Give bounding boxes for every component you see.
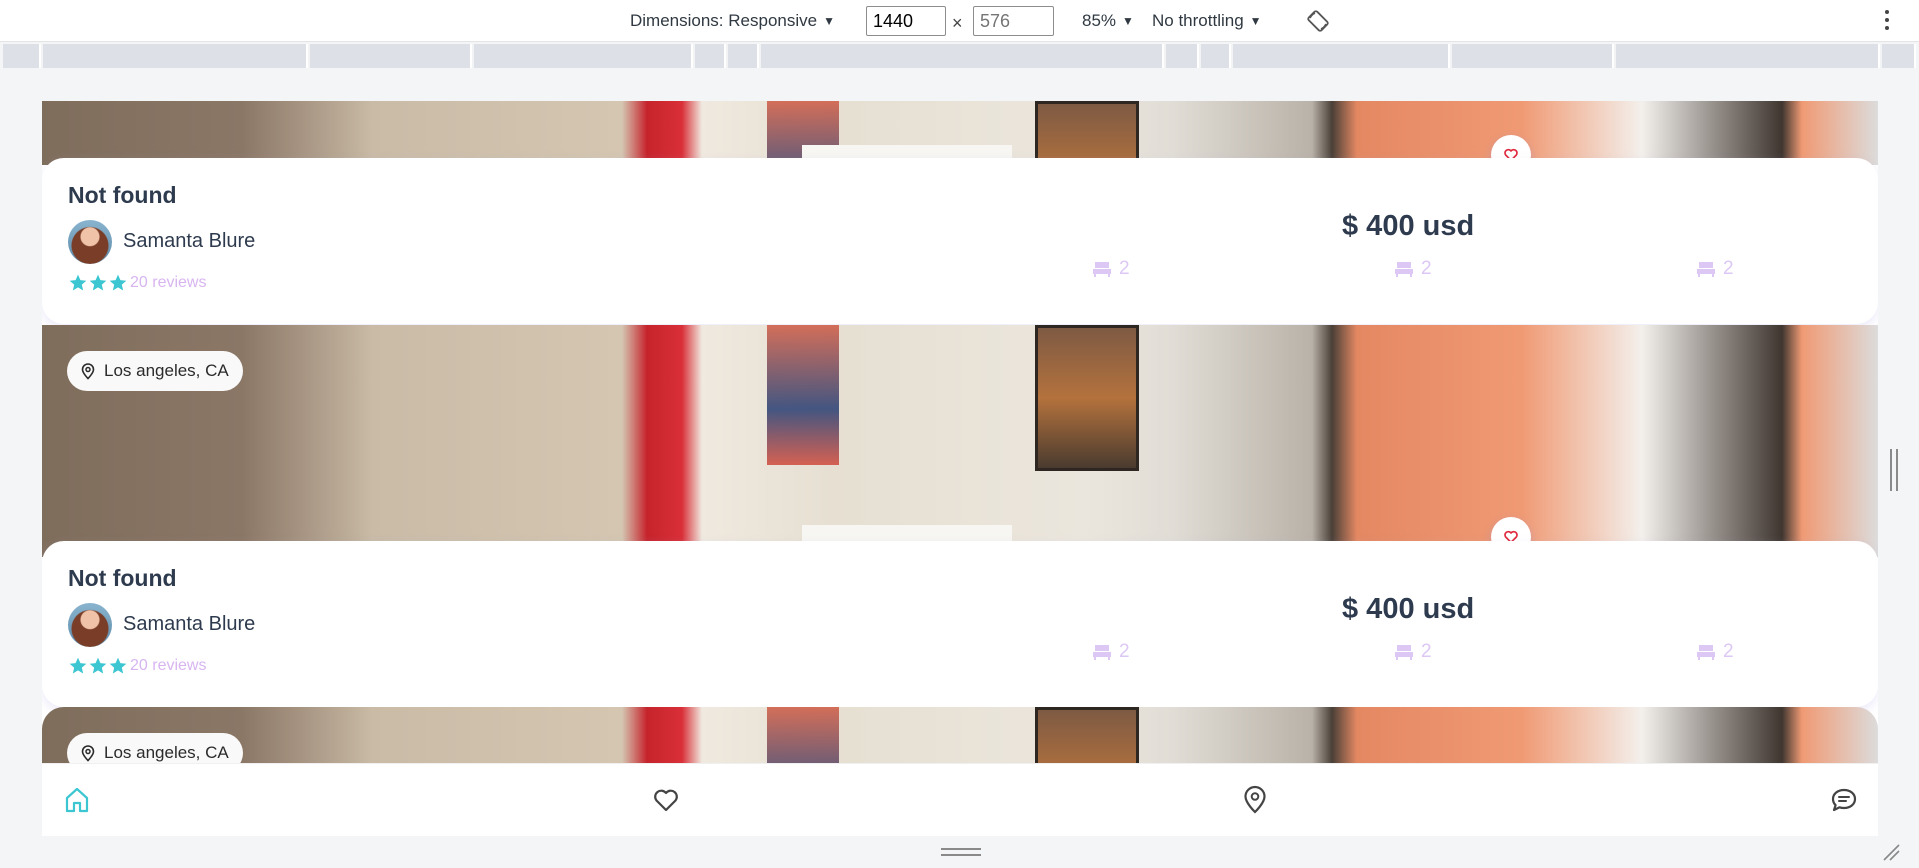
star-icon (109, 657, 127, 674)
bed-count: 2 (1395, 258, 1432, 280)
listing-card[interactable]: Not found Samanta Blure 20 reviews $ 400… (42, 541, 1878, 707)
bed-icon (1093, 644, 1111, 660)
nav-chat-button[interactable] (1828, 784, 1860, 816)
host-name: Samanta Blure (123, 230, 256, 252)
bed-count-value: 2 (1723, 641, 1734, 662)
media-query-segment[interactable] (474, 44, 693, 68)
media-query-segment[interactable] (1452, 44, 1614, 68)
zoom-dropdown[interactable]: 85% ▼ (1082, 11, 1134, 31)
media-query-segment[interactable] (1201, 44, 1231, 68)
location-badge: Los angeles, CA (67, 733, 243, 767)
nav-map-button[interactable] (1239, 784, 1271, 816)
location-label: Los angeles, CA (104, 743, 229, 762)
bed-icon (1395, 644, 1413, 660)
media-query-segment[interactable] (43, 44, 308, 68)
star-icon (89, 274, 107, 291)
media-query-segment[interactable] (695, 44, 726, 68)
bed-count: 2 (1697, 641, 1734, 663)
nav-favorites-button[interactable] (650, 784, 682, 816)
dimensions-dropdown[interactable]: Dimensions: Responsive ▼ (630, 11, 835, 31)
dimensions-label: Dimensions: Responsive (630, 11, 818, 30)
bed-count-value: 2 (1723, 258, 1734, 279)
bed-icon (1697, 261, 1715, 277)
media-query-segment[interactable] (3, 44, 41, 68)
review-count[interactable]: 20 reviews (130, 657, 206, 675)
media-query-segment[interactable] (1166, 44, 1199, 68)
resize-handle-right[interactable] (1890, 449, 1898, 491)
chevron-down-icon: ▼ (1249, 14, 1262, 28)
rating: 20 reviews (68, 656, 206, 676)
star-icon (109, 274, 127, 291)
more-vert-icon[interactable] (1884, 10, 1890, 32)
chevron-down-icon: ▼ (823, 14, 835, 28)
bed-count-value: 2 (1119, 641, 1130, 662)
bed-count-value: 2 (1421, 641, 1432, 662)
throttling-dropdown[interactable]: No throttling ▼ (1152, 11, 1262, 31)
bottom-navigation (42, 763, 1878, 836)
bed-icon (1093, 261, 1111, 277)
bed-count: 2 (1093, 258, 1130, 280)
home-icon (65, 787, 89, 813)
location-badge: Los angeles, CA (67, 351, 243, 391)
emulated-viewport: Not found Samanta Blure 20 reviews $ 400… (42, 101, 1878, 836)
resize-handle-bottom[interactable] (941, 848, 981, 856)
listing-price: $ 400 usd (1342, 593, 1475, 625)
avatar (68, 603, 112, 647)
star-icon (69, 657, 87, 674)
nav-home-button[interactable] (61, 784, 93, 816)
media-query-segment[interactable] (1616, 44, 1880, 68)
rating: 20 reviews (68, 273, 206, 293)
bed-count-value: 2 (1119, 258, 1130, 279)
device-toolbar: Dimensions: Responsive ▼ × 85% ▼ No thro… (0, 0, 1919, 42)
media-query-segment[interactable] (310, 44, 472, 68)
chevron-down-icon: ▼ (1122, 14, 1134, 28)
media-query-segment[interactable] (1882, 44, 1916, 68)
bed-count-value: 2 (1421, 258, 1432, 279)
media-query-bar (3, 44, 1916, 68)
width-input[interactable] (866, 6, 946, 36)
review-count[interactable]: 20 reviews (130, 274, 206, 292)
height-input[interactable] (973, 6, 1054, 36)
star-icon (69, 274, 87, 291)
bed-count: 2 (1093, 641, 1130, 663)
rotate-icon[interactable] (1306, 9, 1330, 33)
star-icon (89, 657, 107, 674)
media-query-segment[interactable] (761, 44, 1164, 68)
listing-photo[interactable] (42, 101, 1878, 165)
listing-photo[interactable]: Los angeles, CA (42, 325, 1878, 557)
bed-icon (1395, 261, 1413, 277)
throttling-label: No throttling (1152, 11, 1244, 30)
times-sign: × (952, 13, 963, 33)
media-query-segment[interactable] (728, 44, 759, 68)
bed-count: 2 (1697, 258, 1734, 280)
map-pin-icon (81, 362, 95, 380)
avatar (68, 220, 112, 264)
bed-icon (1697, 644, 1715, 660)
listing-price: $ 400 usd (1342, 210, 1475, 242)
heart-icon (654, 789, 678, 812)
location-label: Los angeles, CA (104, 361, 229, 380)
bed-count: 2 (1395, 641, 1432, 663)
media-query-segment[interactable] (1233, 44, 1450, 68)
resize-handle-corner-icon[interactable] (1882, 843, 1900, 861)
map-pin-icon (1244, 785, 1266, 814)
listing-title: Not found (68, 182, 177, 208)
zoom-label: 85% (1082, 11, 1117, 30)
listing-photo[interactable]: Los angeles, CA (42, 707, 1878, 767)
chat-icon (1831, 788, 1857, 812)
map-pin-icon (81, 744, 95, 762)
listing-title: Not found (68, 565, 177, 591)
listing-card[interactable]: Not found Samanta Blure 20 reviews $ 400… (42, 158, 1878, 324)
host-name: Samanta Blure (123, 613, 256, 635)
